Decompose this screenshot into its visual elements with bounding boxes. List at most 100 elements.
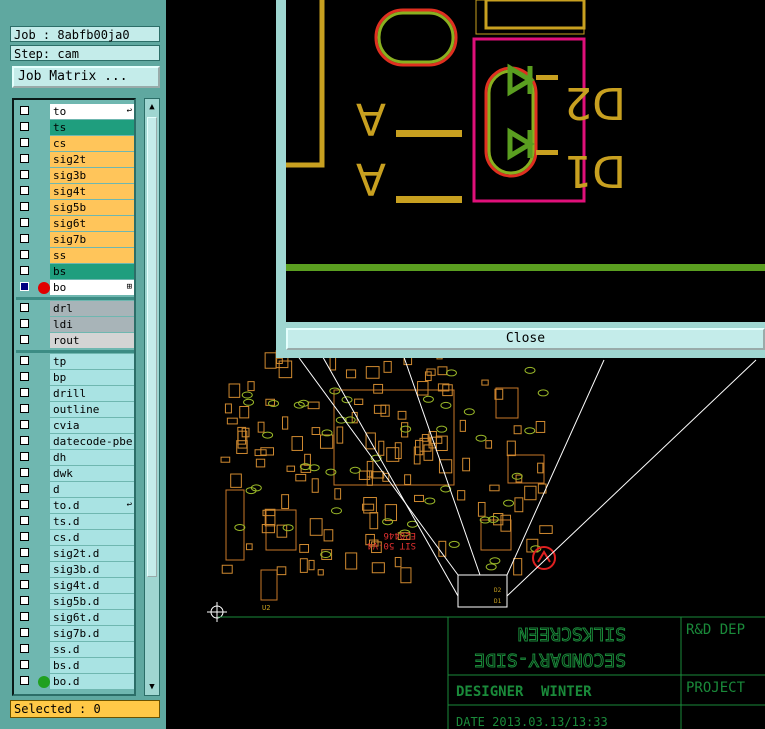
layer-checkbox[interactable] — [20, 319, 29, 328]
layer-checkbox[interactable] — [20, 202, 29, 211]
layer-row[interactable]: cs — [16, 136, 134, 151]
layer-row[interactable]: tp — [16, 354, 134, 369]
layer-row[interactable]: bo.d — [16, 674, 134, 689]
layer-row[interactable]: bo ⊞ — [16, 280, 134, 295]
layer-checkbox[interactable] — [20, 564, 29, 573]
layer-row[interactable]: bs.d — [16, 658, 134, 673]
layer-checkbox[interactable] — [20, 436, 29, 445]
pad — [397, 410, 407, 420]
layer-name: sig4t.d — [50, 578, 134, 593]
layer-row[interactable]: to ↩ — [16, 104, 134, 119]
layer-checkbox[interactable] — [20, 234, 29, 243]
layer-checkbox[interactable] — [20, 612, 29, 621]
layer-checkbox[interactable] — [20, 303, 29, 312]
layer-checkbox[interactable] — [20, 676, 29, 685]
layer-row[interactable]: sig2t.d — [16, 546, 134, 561]
layer-checkbox[interactable] — [20, 404, 29, 413]
layer-checkbox[interactable] — [20, 372, 29, 381]
layer-checkbox[interactable] — [20, 532, 29, 541]
layer-checkbox[interactable] — [20, 266, 29, 275]
layer-row[interactable]: sig2t — [16, 152, 134, 167]
layer-row[interactable]: sig3b — [16, 168, 134, 183]
layer-tag-icon: ↩ — [126, 106, 132, 116]
layer-row[interactable]: drill — [16, 386, 134, 401]
pad — [239, 405, 250, 419]
layer-row[interactable]: rout — [16, 333, 134, 348]
layer-checkbox[interactable] — [20, 596, 29, 605]
layer-row[interactable]: ss.d — [16, 642, 134, 657]
close-button[interactable]: Close — [286, 328, 765, 350]
layer-checkbox[interactable] — [20, 388, 29, 397]
oval-pad — [537, 389, 549, 397]
layer-checkbox[interactable] — [20, 250, 29, 259]
pad — [276, 566, 287, 576]
layer-checkbox[interactable] — [20, 548, 29, 557]
layer-checkbox[interactable] — [20, 484, 29, 493]
layer-checkbox[interactable] — [20, 170, 29, 179]
pad — [307, 401, 320, 410]
layer-row[interactable]: sig6t.d — [16, 610, 134, 625]
scroll-thumb[interactable] — [147, 117, 157, 577]
layer-checkbox[interactable] — [20, 106, 29, 115]
job-label: Job : 8abfb00ja0 — [10, 26, 160, 42]
layer-checkbox[interactable] — [20, 628, 29, 637]
layer-row[interactable]: ss — [16, 248, 134, 263]
oval-pad — [234, 523, 246, 531]
layer-row[interactable]: sig5b.d — [16, 594, 134, 609]
layer-panel: Job : 8abfb00ja0 Step: cam Job Matrix ..… — [0, 0, 166, 729]
layer-checkbox[interactable] — [20, 452, 29, 461]
layer-checkbox[interactable] — [20, 516, 29, 525]
layer-checkbox[interactable] — [20, 356, 29, 365]
layer-row[interactable]: sig4t — [16, 184, 134, 199]
oval-pad — [424, 497, 436, 505]
job-matrix-button[interactable]: Job Matrix ... — [12, 66, 160, 88]
layer-row[interactable]: d — [16, 482, 134, 497]
layer-row[interactable]: drl — [16, 301, 134, 316]
layer-checkbox[interactable] — [20, 335, 29, 344]
layer-row[interactable]: ts — [16, 120, 134, 135]
layer-row[interactable]: dwk — [16, 466, 134, 481]
layer-list-scrollbar[interactable]: ▲ ▼ — [144, 98, 160, 696]
layer-checkbox[interactable] — [20, 420, 29, 429]
layer-row[interactable]: outline — [16, 402, 134, 417]
layer-checkbox[interactable] — [20, 122, 29, 131]
oval-pad — [503, 499, 515, 507]
oval-pad — [422, 395, 434, 403]
layer-row[interactable]: sig6t — [16, 216, 134, 231]
title-secondary-side: SECONDARY-SIDE — [474, 649, 626, 670]
title-silkscreen: SILKSCREEN — [518, 623, 626, 644]
layer-row[interactable]: bs — [16, 264, 134, 279]
layer-checkbox[interactable] — [20, 644, 29, 653]
layer-row[interactable]: to.d ↩ — [16, 498, 134, 513]
layer-row[interactable]: sig7b — [16, 232, 134, 247]
pad — [264, 508, 276, 527]
layer-row[interactable]: datecode-pbe — [16, 434, 134, 449]
layer-row[interactable]: dh — [16, 450, 134, 465]
scroll-down-icon[interactable]: ▼ — [147, 681, 157, 693]
layer-checkbox[interactable] — [20, 154, 29, 163]
layer-checkbox[interactable] — [20, 282, 29, 291]
layer-row[interactable]: sig3b.d — [16, 562, 134, 577]
layer-checkbox[interactable] — [20, 138, 29, 147]
pad — [334, 488, 342, 500]
pad — [537, 462, 544, 474]
layer-row[interactable]: bp — [16, 370, 134, 385]
layer-row[interactable]: sig5b — [16, 200, 134, 215]
layer-tag-icon: ↩ — [126, 500, 132, 510]
layer-row[interactable]: cs.d — [16, 530, 134, 545]
pad — [228, 383, 241, 398]
layer-row[interactable]: ldi — [16, 317, 134, 332]
layer-row[interactable]: sig4t.d — [16, 578, 134, 593]
layer-checkbox[interactable] — [20, 218, 29, 227]
layer-checkbox[interactable] — [20, 186, 29, 195]
layer-checkbox[interactable] — [20, 580, 29, 589]
layer-checkbox[interactable] — [20, 500, 29, 509]
layer-row[interactable]: cvia — [16, 418, 134, 433]
layer-name: sig6t.d — [50, 610, 134, 625]
layer-row[interactable]: sig7b.d — [16, 626, 134, 641]
layer-checkbox[interactable] — [20, 660, 29, 669]
pad — [524, 485, 537, 501]
layer-row[interactable]: ts.d — [16, 514, 134, 529]
layer-checkbox[interactable] — [20, 468, 29, 477]
scroll-up-icon[interactable]: ▲ — [147, 101, 157, 113]
